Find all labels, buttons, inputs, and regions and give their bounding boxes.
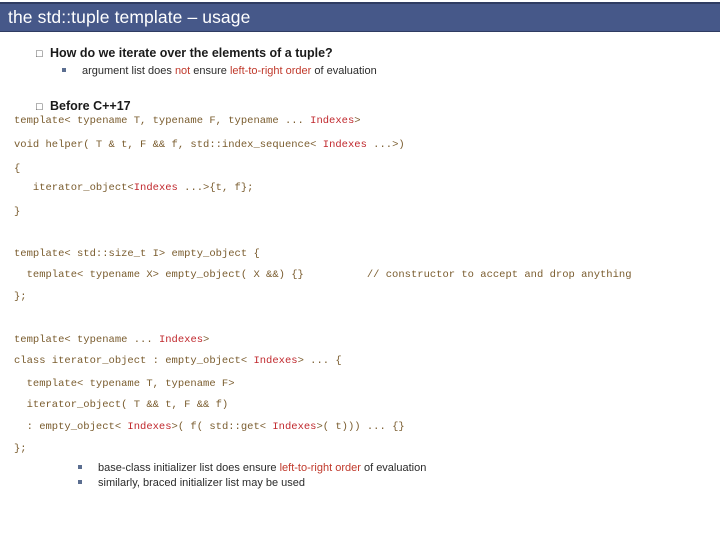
code-token-text: iterator_object( T && t, F && f) [14, 399, 229, 411]
sub-bullet-prefix: argument list does [82, 65, 175, 77]
bullet-item-question: □ How do we iterate over the elements of… [36, 46, 333, 60]
sub-bullet-argument-list-label: argument list does not ensure left-to-ri… [82, 65, 377, 77]
sub-bullet-base-class-suffix: of evaluation [360, 462, 427, 474]
code-line: template< typename X> empty_object( X &&… [14, 269, 632, 281]
code-token-text: template< typename T, typename F> [14, 378, 235, 390]
sub-bullet-braced-init-label: similarly, braced initializer list may b… [98, 477, 305, 489]
code-line: } [14, 206, 20, 218]
bullet-item-before-cpp17: □ Before C++17 [36, 99, 131, 113]
sub-bullet-suffix: of evaluation [311, 65, 377, 77]
code-token-indexes: Indexes [322, 139, 367, 151]
code-line: class iterator_object : empty_object< In… [14, 355, 342, 367]
sub-bullet-base-class-label: base-class initializer list does ensure … [98, 462, 426, 474]
small-square-bullet-icon [78, 480, 82, 484]
code-line: }; [14, 291, 27, 303]
code-token-text: ...>) [366, 139, 405, 151]
sub-bullet-base-class: base-class initializer list does ensure … [78, 462, 426, 474]
sub-bullet-mid: ensure [190, 65, 230, 77]
slide: the std::tuple template – usage □ How do… [0, 0, 720, 540]
code-line: void helper( T & t, F && f, std::index_s… [14, 139, 405, 151]
code-line: iterator_object( T && t, F && f) [14, 399, 229, 411]
code-token-indexes: Indexes [253, 355, 298, 367]
sub-bullet-red-not: not [174, 65, 191, 77]
code-token-text: { [14, 163, 21, 175]
code-token-text: template< typename X> empty_object( X &&… [14, 269, 632, 281]
code-token-text: > [203, 334, 210, 346]
code-line: }; [14, 443, 27, 455]
slide-title-bar: the std::tuple template – usage [0, 2, 720, 32]
square-bullet-icon: □ [36, 48, 43, 60]
code-token-indexes: Indexes [127, 421, 172, 433]
small-square-bullet-icon [78, 465, 82, 469]
bullet-item-question-label: How do we iterate over the elements of a… [50, 46, 333, 60]
code-line: template< std::size_t I> empty_object { [14, 248, 260, 260]
code-line: template< typename T, typename F, typena… [14, 115, 361, 127]
code-token-indexes: Indexes [133, 182, 178, 194]
code-token-text: template< typename T, typename F, typena… [14, 115, 311, 127]
code-line: template< typename T, typename F> [14, 378, 235, 390]
code-token-text: void helper( T & t, F && f, std::index_s… [14, 139, 323, 151]
sub-bullet-braced-init: similarly, braced initializer list may b… [78, 477, 305, 489]
code-line: : empty_object< Indexes>( f( std::get< I… [14, 421, 405, 433]
code-token-text: iterator_object< [14, 182, 134, 194]
code-token-text: : empty_object< [14, 421, 128, 433]
code-token-indexes: Indexes [158, 334, 204, 346]
code-token-text: > ... { [297, 355, 342, 367]
sub-bullet-base-class-prefix: base-class initializer list does ensure [98, 462, 280, 474]
sub-bullet-braced-init-prefix: similarly, braced initializer list may b… [98, 477, 306, 489]
code-token-indexes: Indexes [272, 421, 317, 433]
code-token-text: > [354, 115, 361, 127]
square-bullet-icon: □ [36, 101, 43, 113]
code-token-text: ...>{t, f}; [177, 182, 254, 194]
code-token-text: }; [14, 291, 27, 303]
sub-bullet-red-order: left-to-right order [229, 65, 312, 77]
sub-bullet-argument-list: argument list does not ensure left-to-ri… [62, 65, 377, 77]
bullet-item-before-cpp17-label: Before C++17 [50, 99, 131, 113]
code-token-text: } [14, 206, 21, 218]
code-line: iterator_object<Indexes ...>{t, f}; [14, 182, 254, 194]
code-token-text: >( t))) ... {} [316, 421, 405, 433]
code-line: { [14, 163, 20, 175]
page-title: the std::tuple template – usage [8, 7, 251, 27]
small-square-bullet-icon [62, 68, 66, 72]
code-token-text: template< typename ... [14, 334, 159, 346]
code-token-indexes: Indexes [310, 115, 355, 127]
code-token-text: >( f( std::get< [171, 421, 273, 433]
code-token-text: class iterator_object : empty_object< [14, 355, 254, 367]
code-token-text: }; [14, 443, 27, 455]
code-line: template< typename ... Indexes> [14, 334, 209, 346]
code-token-text: template< std::size_t I> empty_object { [14, 248, 260, 260]
sub-bullet-base-class-red: left-to-right order [279, 462, 361, 474]
